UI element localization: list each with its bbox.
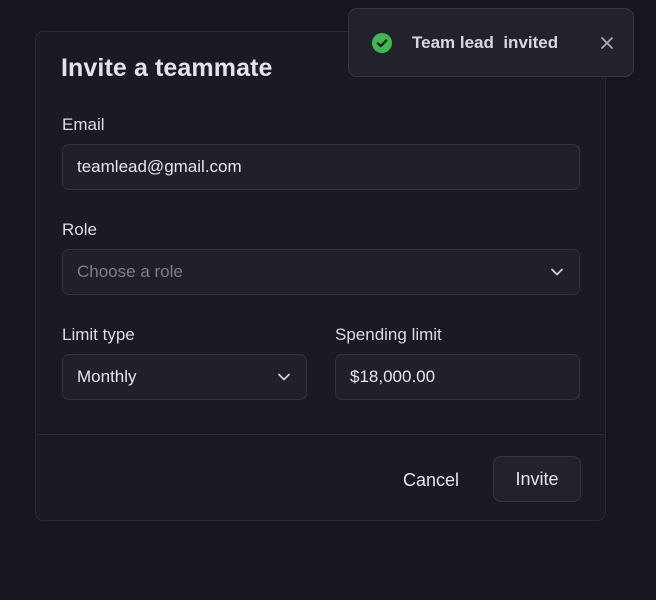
invite-button[interactable]: Invite [493,456,581,502]
dialog-divider [36,434,605,435]
role-label: Role [62,220,97,239]
check-circle-icon [372,32,392,53]
success-toast: Team lead invited [348,8,634,77]
role-select[interactable]: Choose a role [62,249,580,295]
limit-type-select[interactable]: Monthly [62,354,307,400]
spending-limit-field[interactable]: $18,000.00 [335,354,580,400]
email-value: teamlead@gmail.com [77,157,242,176]
spending-limit-label: Spending limit [335,325,442,344]
chevron-down-icon [276,369,292,385]
invite-teammate-dialog: Invite a teammate Email teamlead@gmail.c… [35,31,606,521]
limit-type-label: Limit type [62,325,135,344]
dialog-title: Invite a teammate [61,54,273,82]
cancel-button[interactable]: Cancel [386,457,476,503]
spending-limit-value: $18,000.00 [350,367,436,386]
limit-type-value: Monthly [77,367,137,386]
close-icon[interactable] [599,35,615,51]
email-label: Email [62,115,105,134]
chevron-down-icon [549,264,565,280]
toast-message: Team lead invited [412,32,559,52]
role-placeholder: Choose a role [77,262,183,281]
email-field[interactable]: teamlead@gmail.com [62,144,580,190]
